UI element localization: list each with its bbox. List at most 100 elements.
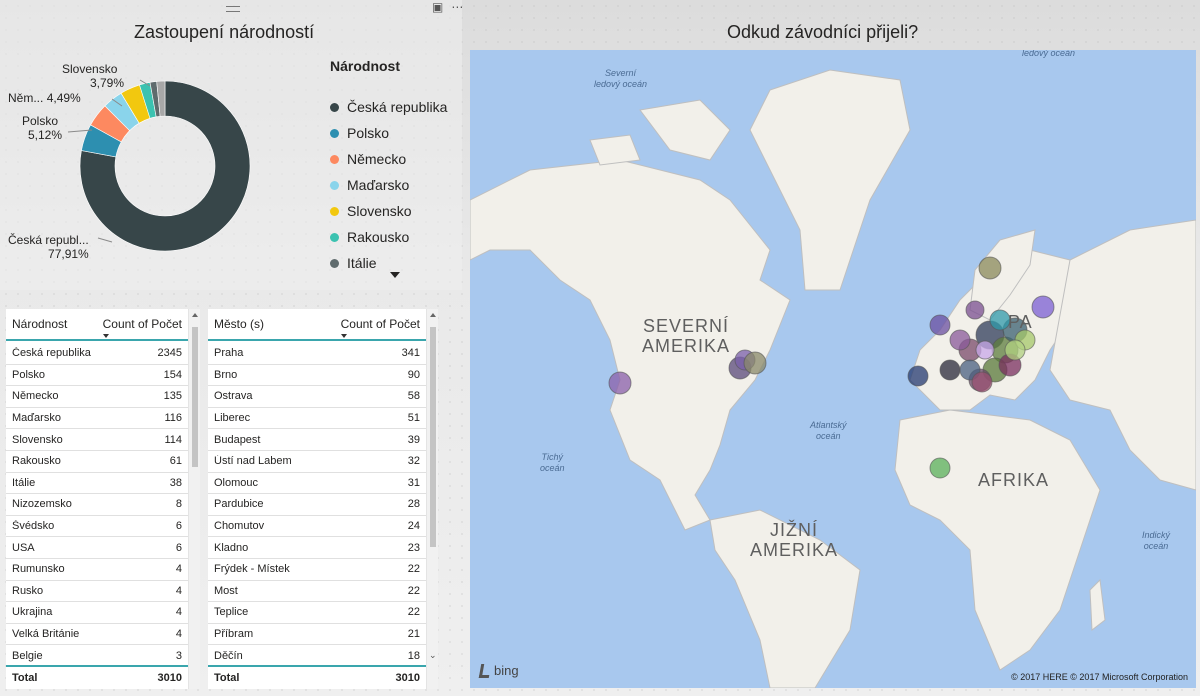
table-row[interactable]: Budapest 39 xyxy=(208,429,426,451)
legend-item[interactable]: Německo xyxy=(330,146,447,172)
table-row[interactable]: Chomutov 24 xyxy=(208,516,426,538)
cell-count: 38 xyxy=(169,476,182,489)
table-row[interactable]: Německo 135 xyxy=(6,386,188,408)
table-row[interactable]: USA 6 xyxy=(6,537,188,559)
column-header-count-label: Count of Počet xyxy=(340,317,420,331)
table-row[interactable]: Rakousko 61 xyxy=(6,451,188,473)
map-canvas xyxy=(470,69,1196,688)
location-bubble[interactable] xyxy=(929,457,951,479)
cell-count: 22 xyxy=(407,606,420,619)
location-bubble[interactable] xyxy=(949,329,971,351)
donut-chart-visual[interactable]: Zastoupení národností Slovensko 3,79% Ně… xyxy=(0,0,462,290)
scroll-down-icon[interactable]: ⌄ xyxy=(429,650,437,661)
table-row[interactable]: Itálie 38 xyxy=(6,473,188,495)
table-row[interactable]: Ústí nad Labem 32 xyxy=(208,451,426,473)
location-bubble[interactable] xyxy=(939,359,961,381)
location-bubble[interactable] xyxy=(975,340,995,360)
cell-count: 22 xyxy=(407,563,420,576)
scroll-thumb[interactable] xyxy=(430,327,436,547)
nationality-table[interactable]: Národnost Count of Počet Česká republika… xyxy=(6,309,200,689)
location-bubble[interactable] xyxy=(907,365,929,387)
table-row[interactable]: Belgie 3 xyxy=(6,645,188,667)
cell-label: Pardubice xyxy=(214,498,264,511)
cell-count: 8 xyxy=(175,498,182,511)
table-row[interactable]: Praha 341 xyxy=(208,343,426,365)
column-header-count[interactable]: Count of Počet xyxy=(102,317,188,338)
legend-item[interactable]: Česká republika xyxy=(330,94,447,120)
table-scrollbar[interactable]: ⌄ xyxy=(426,309,438,689)
cell-label: Německo xyxy=(12,390,59,403)
table-row[interactable]: Švédsko 6 xyxy=(6,516,188,538)
table-row[interactable]: Slovensko 114 xyxy=(6,429,188,451)
scroll-thumb[interactable] xyxy=(192,327,198,467)
location-bubble[interactable] xyxy=(608,371,632,395)
more-options-icon[interactable]: ⋯ xyxy=(451,0,463,14)
location-bubble[interactable] xyxy=(929,314,951,336)
legend-item[interactable]: Slovensko xyxy=(330,198,447,224)
cell-count: 4 xyxy=(175,628,182,641)
city-table[interactable]: Město (s) Count of Počet Praha 341 Brno 90 O… xyxy=(208,309,438,689)
scroll-up-icon[interactable] xyxy=(430,313,436,317)
table-row[interactable]: Velká Británie 4 xyxy=(6,624,188,646)
cell-label: Příbram xyxy=(214,628,254,641)
cell-label: Most xyxy=(214,584,238,597)
location-bubble[interactable] xyxy=(1004,339,1026,361)
table-row[interactable]: Rusko 4 xyxy=(6,581,188,603)
column-header-nationality[interactable]: Národnost xyxy=(6,317,103,331)
bing-logo: bing xyxy=(478,663,519,678)
bing-icon xyxy=(478,663,492,678)
legend-item[interactable]: Itálie xyxy=(330,250,447,276)
focus-mode-icon[interactable]: ▣ xyxy=(432,0,443,14)
table-row[interactable]: Ukrajina 4 xyxy=(6,602,188,624)
map-title: Odkud závodníci přijeli? xyxy=(727,22,919,42)
table-row[interactable]: Polsko 154 xyxy=(6,365,188,387)
legend-item[interactable]: Rakousko xyxy=(330,224,447,250)
world-map[interactable]: SEVERNÍ AMERIKA JIŽNÍ AMERIKA AFRIKA PA Se… xyxy=(470,50,1196,688)
cell-label: Rusko xyxy=(12,584,44,597)
map-label-north-america: SEVERNÍ AMERIKA xyxy=(642,316,731,356)
map-label-south-america: JIŽNÍ AMERIKA xyxy=(750,520,839,560)
table-row[interactable]: Maďarsko 116 xyxy=(6,408,188,430)
legend-label: Polsko xyxy=(347,125,390,141)
location-bubble[interactable] xyxy=(1031,295,1055,319)
cell-count: 23 xyxy=(407,541,420,554)
table-row[interactable]: Nizozemsko 8 xyxy=(6,494,188,516)
slice-label-nemecko: Něm... 4,49% xyxy=(8,91,81,105)
table-row[interactable]: Příbram 21 xyxy=(208,624,426,646)
table-row[interactable]: Rumunsko 4 xyxy=(6,559,188,581)
table-row[interactable]: Olomouc 31 xyxy=(208,473,426,495)
table-row[interactable]: Teplice 22 xyxy=(208,602,426,624)
column-header-city[interactable]: Město (s) xyxy=(208,317,341,331)
location-bubble[interactable] xyxy=(989,309,1011,331)
table-row[interactable]: Kladno 23 xyxy=(208,537,426,559)
table-body: Česká republika 2345 Polsko 154 Německo 135 Ma… xyxy=(6,343,188,667)
table-header: Město (s) Count of Počet xyxy=(208,309,426,341)
cell-count: 4 xyxy=(175,606,182,619)
scroll-up-icon[interactable] xyxy=(192,313,198,317)
ocean-label-indian: Indický oceán xyxy=(1142,530,1171,551)
map-visual[interactable]: ▣ ⋯ Odkud závodníci přijeli? SEVERNÍ AME… xyxy=(432,0,1200,696)
table-row[interactable]: Děčín 18 xyxy=(208,645,426,667)
location-bubble[interactable] xyxy=(965,300,985,320)
slice-label-value: 5,12% xyxy=(28,128,63,142)
location-bubble[interactable] xyxy=(971,371,993,393)
table-row[interactable]: Brno 90 xyxy=(208,365,426,387)
cell-label: Rakousko xyxy=(12,455,61,468)
legend-item[interactable]: Polsko xyxy=(330,120,447,146)
legend-item[interactable]: Maďarsko xyxy=(330,172,447,198)
landmass-madagascar xyxy=(1089,578,1106,631)
location-bubble[interactable] xyxy=(978,256,1002,280)
column-header-count[interactable]: Count of Počet xyxy=(340,317,426,338)
table-row[interactable]: Most 22 xyxy=(208,581,426,603)
legend-scroll-down-icon[interactable] xyxy=(390,272,400,278)
table-row[interactable]: Frýdek - Místek 22 xyxy=(208,559,426,581)
cell-label: Praha xyxy=(214,347,244,360)
cell-label: Ostrava xyxy=(214,390,253,403)
slice-label-value: 4,49% xyxy=(46,91,81,105)
table-scrollbar[interactable] xyxy=(188,309,200,689)
table-row[interactable]: Liberec 51 xyxy=(208,408,426,430)
location-bubble[interactable] xyxy=(743,351,767,375)
table-row[interactable]: Česká republika 2345 xyxy=(6,343,188,365)
table-row[interactable]: Ostrava 58 xyxy=(208,386,426,408)
table-row[interactable]: Pardubice 28 xyxy=(208,494,426,516)
